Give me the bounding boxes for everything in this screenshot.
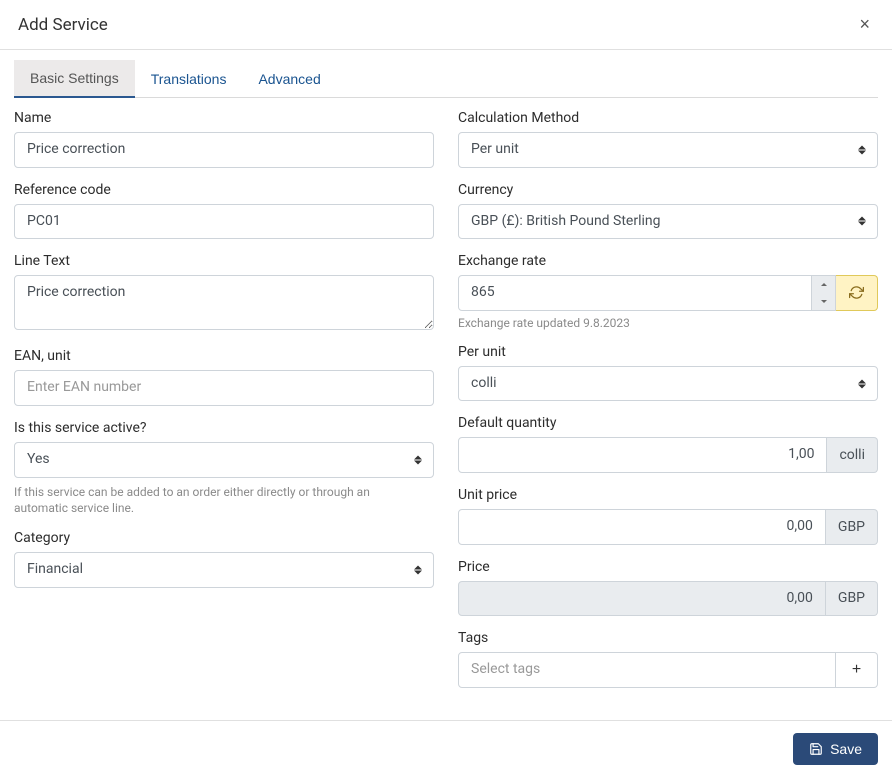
modal-body: Basic Settings Translations Advanced Nam…: [0, 50, 892, 720]
tab-basic-settings[interactable]: Basic Settings: [14, 60, 135, 98]
modal-footer: Save: [0, 720, 892, 777]
price-suffix: GBP: [826, 581, 878, 617]
caret-up-icon: [821, 283, 827, 286]
tags-input[interactable]: [458, 652, 836, 688]
unitprice-input[interactable]: [458, 509, 826, 545]
tab-translations[interactable]: Translations: [135, 60, 243, 97]
tags-label: Tags: [458, 630, 878, 646]
save-button-label: Save: [830, 741, 862, 757]
active-help: If this service can be added to an order…: [14, 484, 413, 516]
exchange-step-down[interactable]: [812, 293, 835, 310]
calcmethod-label: Calculation Method: [458, 110, 878, 126]
modal-header: Add Service ×: [0, 0, 892, 50]
defaultqty-suffix: colli: [827, 437, 878, 473]
price-input: [458, 581, 826, 617]
field-name: Name: [14, 110, 434, 168]
field-currency: Currency GBP (£): British Pound Sterling: [458, 182, 878, 240]
add-tag-button[interactable]: +: [836, 652, 878, 688]
price-label: Price: [458, 559, 878, 575]
exchange-step-up[interactable]: [812, 276, 835, 293]
field-default-quantity: Default quantity colli: [458, 415, 878, 473]
exchange-input[interactable]: [458, 275, 812, 311]
refresh-exchange-button[interactable]: [836, 275, 878, 311]
add-service-modal: Add Service × Basic Settings Translation…: [0, 0, 892, 777]
field-exchange-rate: Exchange rate Exchange rate updated 9.8.…: [458, 253, 878, 330]
perunit-label: Per unit: [458, 344, 878, 360]
field-per-unit: Per unit colli: [458, 344, 878, 402]
save-button[interactable]: Save: [793, 733, 878, 765]
active-label: Is this service active?: [14, 420, 434, 436]
modal-title: Add Service: [18, 15, 108, 35]
right-column: Calculation Method Per unit Currency GBP…: [458, 110, 878, 702]
field-line-text: Line Text Price correction: [14, 253, 434, 334]
field-category: Category Financial: [14, 530, 434, 588]
perunit-select[interactable]: colli: [458, 366, 878, 402]
ean-input[interactable]: [14, 370, 434, 406]
left-column: Name Reference code Line Text Price corr…: [14, 110, 434, 702]
defaultqty-input[interactable]: [458, 437, 827, 473]
linetext-input[interactable]: Price correction: [14, 275, 434, 330]
linetext-label: Line Text: [14, 253, 434, 269]
ean-label: EAN, unit: [14, 348, 434, 364]
tabs: Basic Settings Translations Advanced: [14, 60, 878, 98]
caret-down-icon: [821, 300, 827, 303]
reference-label: Reference code: [14, 182, 434, 198]
field-active: Is this service active? Yes If this serv…: [14, 420, 434, 516]
unitprice-label: Unit price: [458, 487, 878, 503]
plus-icon: +: [852, 661, 861, 679]
exchange-stepper: [812, 275, 836, 311]
exchange-label: Exchange rate: [458, 253, 878, 269]
active-select[interactable]: Yes: [14, 442, 434, 478]
unitprice-suffix: GBP: [826, 509, 878, 545]
reference-input[interactable]: [14, 204, 434, 240]
currency-label: Currency: [458, 182, 878, 198]
category-label: Category: [14, 530, 434, 546]
field-ean: EAN, unit: [14, 348, 434, 406]
field-reference-code: Reference code: [14, 182, 434, 240]
close-button[interactable]: ×: [855, 14, 874, 35]
name-label: Name: [14, 110, 434, 126]
field-price: Price GBP: [458, 559, 878, 617]
save-icon: [809, 742, 823, 756]
currency-select[interactable]: GBP (£): British Pound Sterling: [458, 204, 878, 240]
refresh-icon: [849, 285, 864, 300]
defaultqty-label: Default quantity: [458, 415, 878, 431]
field-calculation-method: Calculation Method Per unit: [458, 110, 878, 168]
form-columns: Name Reference code Line Text Price corr…: [14, 110, 878, 702]
tab-advanced[interactable]: Advanced: [242, 60, 336, 97]
name-input[interactable]: [14, 132, 434, 168]
category-select[interactable]: Financial: [14, 552, 434, 588]
exchange-hint: Exchange rate updated 9.8.2023: [458, 316, 878, 330]
field-unit-price: Unit price GBP: [458, 487, 878, 545]
calcmethod-select[interactable]: Per unit: [458, 132, 878, 168]
field-tags: Tags +: [458, 630, 878, 688]
close-icon: ×: [859, 14, 870, 34]
